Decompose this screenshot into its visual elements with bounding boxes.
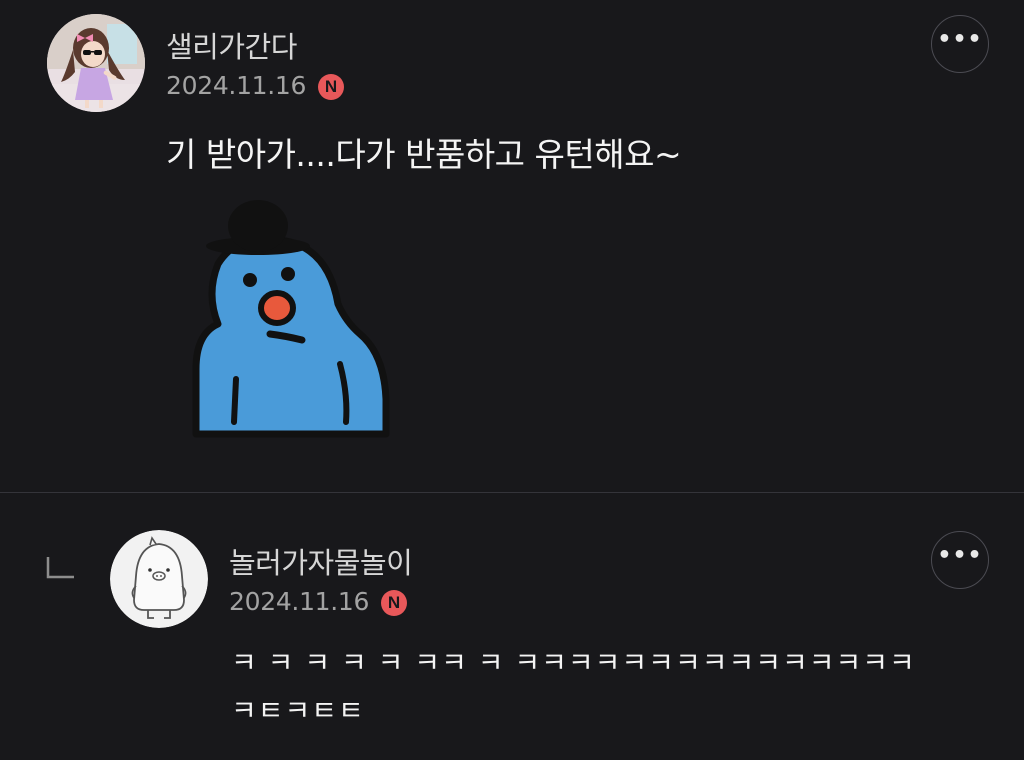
reply-item: 놀러가자물놀이 2024.11.16 N ••• ㅋ ㅋ ㅋ ㅋ ㅋ ㅋㅋ ㅋ … xyxy=(0,493,1024,760)
more-icon: ••• xyxy=(937,543,983,568)
more-options-button[interactable]: ••• xyxy=(931,531,989,589)
nickname[interactable]: 샐리가간다 xyxy=(166,24,297,66)
sticker-image xyxy=(188,194,393,439)
profile-photo-icon xyxy=(47,14,145,112)
more-options-button[interactable]: ••• xyxy=(931,15,989,73)
comment-text: ㅋ ㅋ ㅋ ㅋ ㅋ ㅋㅋ ㅋ ㅋㅋㅋㅋㅋㅋㅋㅋㅋㅋㅋㅋㅋㅋㅋ ㅋㅌㅋㅌㅌ xyxy=(231,639,991,735)
new-badge: N xyxy=(381,590,407,616)
more-icon: ••• xyxy=(937,27,983,52)
nickname[interactable]: 놀러가자물놀이 xyxy=(229,540,413,582)
blue-bird-sticker-icon xyxy=(192,200,390,438)
comment-list: 샐리가간다 2024.11.16 N ••• 기 받아가....다가 반품하고 … xyxy=(0,0,1024,760)
comment-date: 2024.11.16 xyxy=(166,71,307,100)
comment-text-line: ㅋㅌㅋㅌㅌ xyxy=(231,694,365,727)
comment-text: 기 받아가....다가 반품하고 유턴해요~ xyxy=(166,135,682,174)
default-penguin-avatar-icon xyxy=(110,530,208,628)
new-badge: N xyxy=(318,74,344,100)
comment-text-line: ㅋ ㅋ ㅋ ㅋ ㅋ ㅋㅋ ㅋ ㅋㅋㅋㅋㅋㅋㅋㅋㅋㅋㅋㅋㅋㅋㅋ xyxy=(231,646,916,679)
reply-arrow-icon xyxy=(46,557,76,579)
comment-date: 2024.11.16 xyxy=(229,587,370,616)
avatar[interactable] xyxy=(47,14,145,112)
avatar[interactable] xyxy=(110,530,208,628)
comment-item: 샐리가간다 2024.11.16 N ••• 기 받아가....다가 반품하고 … xyxy=(0,0,1024,492)
